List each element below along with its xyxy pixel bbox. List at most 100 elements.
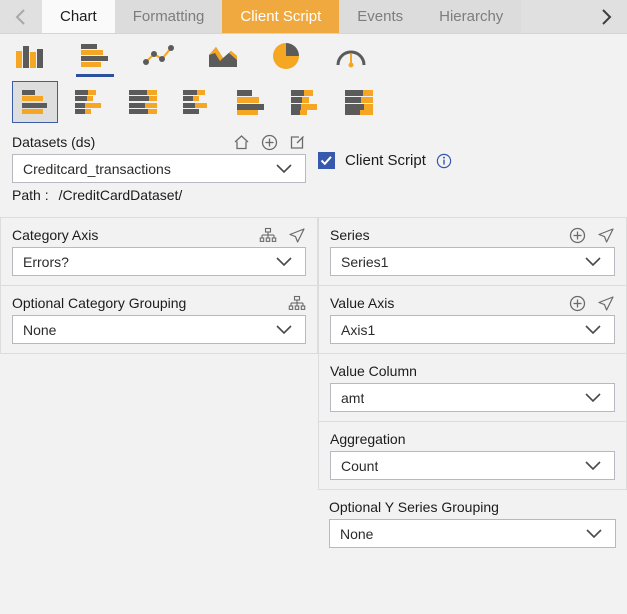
category-grouping-value: None — [23, 321, 57, 338]
tab-chart[interactable]: Chart — [42, 0, 115, 33]
dataset-path: Path : /CreditCardDataset/ — [12, 183, 306, 203]
bar-stacked-100-icon — [129, 90, 157, 114]
aggregation-group: Aggregation Count — [318, 422, 627, 490]
datasets-block: Datasets (ds) Creditcard_transactions Pa… — [0, 126, 318, 203]
chart-subtype-bar-3d-stacked-button[interactable] — [282, 81, 328, 123]
chevron-down-icon — [584, 458, 602, 474]
edit-icon[interactable] — [289, 134, 306, 151]
add-circle-icon[interactable] — [569, 295, 586, 312]
chart-subtype-bar-3d-button[interactable] — [228, 81, 274, 123]
aggregation-select[interactable]: Count — [330, 451, 615, 480]
tabs-scroll-right-button[interactable] — [585, 0, 627, 33]
value-column-value: amt — [341, 389, 365, 406]
chart-subtype-bar-stacked-100-button[interactable] — [120, 81, 166, 123]
datasets-actions — [233, 134, 306, 151]
add-circle-icon[interactable] — [261, 134, 278, 151]
chart-type-toolbar — [0, 34, 627, 78]
chart-subtype-bar-plain-button[interactable] — [12, 81, 58, 123]
y-series-grouping-value: None — [340, 525, 374, 542]
category-axis-label: Category Axis — [12, 227, 99, 243]
chevron-left-icon — [15, 8, 25, 25]
series-group: Series Series1 — [318, 217, 627, 286]
y-series-grouping-header: Optional Y Series Grouping — [329, 495, 616, 519]
hierarchy-icon[interactable] — [288, 295, 306, 312]
value-axis-actions — [569, 295, 615, 312]
tab-hierarchy[interactable]: Hierarchy — [421, 0, 522, 33]
value-axis-value: Axis1 — [341, 321, 376, 338]
chart-type-pie-button[interactable] — [268, 37, 306, 75]
send-icon[interactable] — [597, 227, 615, 244]
value-axis-group: Value Axis Axis1 — [318, 286, 627, 354]
gauge-chart-icon — [336, 50, 366, 68]
tabs-scroll-left-button[interactable] — [0, 0, 42, 33]
datasets-value: Creditcard_transactions — [23, 160, 171, 177]
series-select[interactable]: Series1 — [330, 247, 615, 276]
chart-subtype-toolbar — [0, 78, 627, 126]
path-value: /CreditCardDataset/ — [58, 187, 183, 203]
send-icon[interactable] — [288, 227, 306, 244]
home-icon[interactable] — [233, 134, 250, 151]
chevron-down-icon — [275, 161, 293, 177]
path-label: Path : — [12, 187, 49, 203]
value-column-label: Value Column — [330, 363, 417, 379]
category-grouping-group: Optional Category Grouping None — [0, 286, 318, 354]
tab-client-script[interactable]: Client Script — [222, 0, 340, 33]
hierarchy-icon[interactable] — [259, 227, 277, 244]
info-icon[interactable] — [436, 153, 452, 169]
chevron-down-icon — [585, 526, 603, 542]
tab-label: Hierarchy — [439, 8, 504, 25]
tab-formatting[interactable]: Formatting — [114, 0, 223, 33]
chart-subtype-bar-3d-stacked-100-button[interactable] — [336, 81, 382, 123]
chart-type-bar-button[interactable] — [76, 37, 114, 77]
tab-label: Formatting — [132, 8, 205, 25]
add-circle-icon[interactable] — [569, 227, 586, 244]
left-column: Category Axis Errors? Optional Category … — [0, 217, 318, 557]
datasets-label: Datasets (ds) — [12, 134, 96, 150]
category-grouping-select[interactable]: None — [12, 315, 306, 344]
y-series-grouping-label: Optional Y Series Grouping — [329, 499, 499, 515]
chart-type-area-button[interactable] — [204, 37, 242, 75]
category-grouping-actions — [288, 295, 306, 312]
bar-3d-stacked-icon — [291, 90, 317, 115]
client-script-row: Client Script — [318, 152, 452, 169]
value-column-group: Value Column amt — [318, 354, 627, 422]
y-series-grouping-select[interactable]: None — [329, 519, 616, 548]
settings-columns: Category Axis Errors? Optional Category … — [0, 217, 627, 557]
chart-subtype-bar-stacked-button[interactable] — [66, 81, 112, 123]
right-column: Series Series1 Value Axis Axis1 Value Co… — [318, 217, 627, 557]
category-grouping-header: Optional Category Grouping — [12, 291, 306, 315]
chevron-right-icon — [602, 8, 612, 25]
bar-3d-icon — [237, 90, 264, 115]
value-axis-label: Value Axis — [330, 295, 395, 311]
series-value: Series1 — [341, 253, 389, 270]
properties-body: Datasets (ds) Creditcard_transactions Pa… — [0, 126, 627, 557]
datasets-header: Datasets (ds) — [12, 130, 306, 154]
chart-type-gauge-button[interactable] — [332, 37, 370, 75]
category-axis-value: Errors? — [23, 253, 69, 270]
client-script-label: Client Script — [345, 152, 426, 169]
pie-chart-icon — [273, 43, 299, 69]
tab-label: Client Script — [240, 8, 322, 25]
category-grouping-label: Optional Category Grouping — [12, 295, 187, 311]
value-axis-header: Value Axis — [330, 291, 615, 315]
category-axis-group: Category Axis Errors? — [0, 217, 318, 286]
value-axis-select[interactable]: Axis1 — [330, 315, 615, 344]
column-chart-icon — [16, 46, 43, 68]
value-column-select[interactable]: amt — [330, 383, 615, 412]
chevron-down-icon — [584, 390, 602, 406]
series-label: Series — [330, 227, 370, 243]
category-axis-select[interactable]: Errors? — [12, 247, 306, 276]
tab-events[interactable]: Events — [339, 0, 422, 33]
line-scatter-chart-icon — [143, 45, 174, 65]
chevron-down-icon — [584, 322, 602, 338]
chart-subtype-bar-clustered-button[interactable] — [174, 81, 220, 123]
aggregation-label: Aggregation — [330, 431, 406, 447]
bar-3d-stacked-100-icon — [345, 90, 373, 115]
series-header: Series — [330, 223, 615, 247]
datasets-select[interactable]: Creditcard_transactions — [12, 154, 306, 183]
aggregation-header: Aggregation — [330, 427, 615, 451]
client-script-checkbox[interactable] — [318, 152, 335, 169]
chart-type-line-button[interactable] — [140, 37, 178, 75]
chart-type-column-button[interactable] — [12, 37, 50, 75]
send-icon[interactable] — [597, 295, 615, 312]
